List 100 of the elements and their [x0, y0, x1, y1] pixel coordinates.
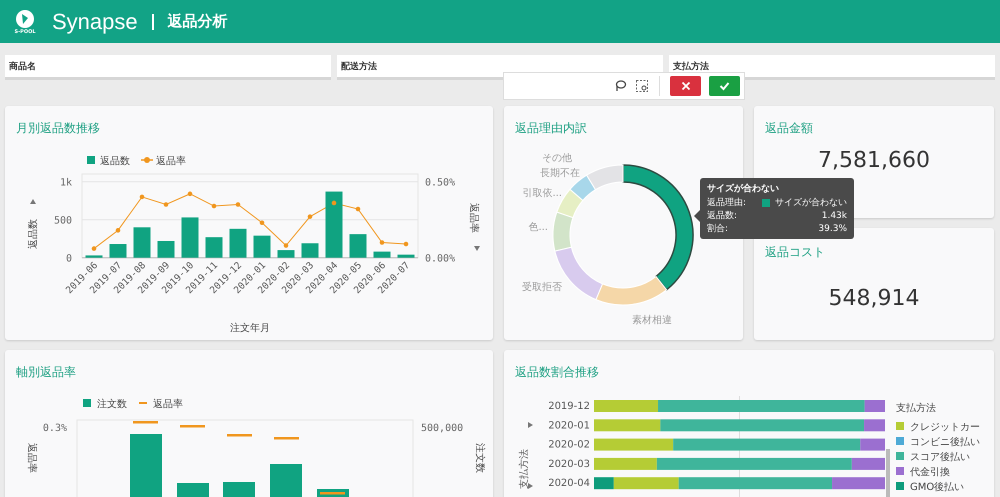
- bar-segment[interactable]: [594, 419, 660, 432]
- tooltip-key: 返品数:: [707, 210, 738, 222]
- kpi-value: 7,581,660: [818, 148, 930, 173]
- category-label: 2020-04: [548, 478, 590, 490]
- bar[interactable]: [86, 255, 102, 258]
- category-label: 2020-01: [548, 420, 590, 432]
- legend-label[interactable]: 代金引換: [910, 467, 950, 478]
- caret-icon[interactable]: [528, 483, 533, 489]
- tooltip-value: 1.43k: [822, 210, 847, 222]
- bar-segment[interactable]: [656, 458, 852, 470]
- bar-segment[interactable]: [594, 477, 614, 490]
- page-title: 返品分析: [168, 12, 228, 31]
- category-label: 2020-02: [548, 440, 590, 451]
- legend-label[interactable]: スコア後払い: [910, 452, 970, 463]
- bar[interactable]: [326, 192, 342, 258]
- donut-slice[interactable]: [622, 164, 694, 291]
- line-point[interactable]: [236, 202, 240, 207]
- line-point[interactable]: [332, 200, 336, 206]
- tooltip-key: 割合:: [707, 223, 728, 235]
- legend-label[interactable]: コンビニ後払い: [910, 437, 980, 448]
- line-point[interactable]: [308, 214, 312, 219]
- bar[interactable]: [158, 240, 174, 258]
- bar[interactable]: [206, 237, 222, 258]
- bar[interactable]: [350, 234, 366, 258]
- y-tick-label: 500: [54, 216, 72, 227]
- slice-label: 長期不在: [540, 168, 580, 179]
- bar-segment[interactable]: [678, 477, 832, 490]
- axis-title: 注文年月: [230, 323, 270, 334]
- legend-label[interactable]: GMO後払い: [910, 482, 964, 493]
- bar-segment[interactable]: [864, 419, 885, 432]
- bar[interactable]: [302, 243, 318, 258]
- line-point[interactable]: [284, 243, 288, 248]
- axis-title: 返品率: [468, 203, 479, 233]
- legend-label: 注文数: [97, 399, 127, 410]
- line-point[interactable]: [92, 246, 96, 251]
- line-point[interactable]: [404, 242, 408, 246]
- bar-segment[interactable]: [832, 477, 885, 490]
- close-icon: [680, 81, 690, 91]
- bar-segment[interactable]: [614, 477, 679, 490]
- bar-segment[interactable]: [594, 438, 674, 451]
- filter-field[interactable]: 支払方法: [669, 55, 995, 80]
- axis-title: 注文数: [474, 443, 485, 473]
- slice-label: 色...: [528, 222, 548, 233]
- line-point[interactable]: [380, 240, 384, 245]
- card-title: 返品コスト: [765, 244, 825, 261]
- line-point[interactable]: [260, 220, 264, 226]
- bar[interactable]: [254, 236, 270, 258]
- tooltip-value: サイズが合わない: [775, 197, 847, 209]
- axis-title: 返品数: [28, 219, 39, 249]
- app-name: Synapse: [52, 8, 138, 34]
- lasso-icon[interactable]: [613, 79, 627, 93]
- bar-segment[interactable]: [660, 419, 864, 432]
- legend-label[interactable]: クレジットカー: [910, 422, 980, 433]
- rate-marker[interactable]: [133, 421, 158, 424]
- rate-marker[interactable]: [274, 437, 299, 440]
- rate-marker[interactable]: [227, 434, 252, 436]
- caret-icon[interactable]: [474, 246, 480, 251]
- card-title: 返品理由内訳: [515, 120, 587, 137]
- legend-label: 返品率: [153, 399, 183, 410]
- bar[interactable]: [134, 227, 150, 258]
- card-title: 返品金額: [765, 120, 813, 137]
- legend-label: 返品率: [156, 156, 186, 167]
- rate-marker[interactable]: [180, 425, 205, 428]
- filter-field[interactable]: 商品名: [5, 55, 331, 80]
- line-point[interactable]: [212, 204, 216, 208]
- slice-label: 受取拒否: [522, 282, 562, 293]
- rate-marker[interactable]: [320, 492, 345, 494]
- tooltip-key: 返品理由:: [707, 197, 746, 209]
- line-point[interactable]: [116, 228, 120, 233]
- caret-icon[interactable]: [528, 422, 533, 428]
- bar[interactable]: [182, 217, 198, 258]
- check-icon: [719, 81, 730, 91]
- line-point[interactable]: [140, 194, 144, 200]
- bar-segment[interactable]: [852, 458, 885, 470]
- bar-segment[interactable]: [860, 438, 885, 451]
- kpi-value: 548,914: [828, 286, 920, 311]
- slice-label: 素材相違: [632, 315, 672, 326]
- rect-select-icon[interactable]: [635, 79, 649, 93]
- bar-segment[interactable]: [864, 400, 885, 412]
- bar[interactable]: [278, 250, 294, 258]
- cancel-button[interactable]: [670, 76, 701, 96]
- bar[interactable]: [110, 244, 126, 258]
- bar[interactable]: [398, 254, 414, 258]
- line-point[interactable]: [188, 192, 192, 196]
- scrollbar[interactable]: [886, 449, 890, 497]
- logo-icon: [15, 8, 35, 28]
- bar-segment[interactable]: [594, 458, 657, 470]
- y-tick-label: 0.3%: [42, 423, 67, 434]
- bar-segment[interactable]: [673, 438, 860, 451]
- y-tick-label: 0.00%: [425, 254, 456, 265]
- bar[interactable]: [374, 252, 390, 258]
- legend-label: 返品数: [100, 156, 130, 167]
- bar[interactable]: [230, 228, 246, 258]
- line-point[interactable]: [356, 206, 360, 212]
- line-point[interactable]: [164, 202, 168, 207]
- confirm-button[interactable]: [709, 76, 740, 96]
- category-label: 2020-03: [548, 458, 590, 470]
- slice-label: その他: [542, 153, 572, 164]
- tooltip-title: サイズが合わない: [707, 183, 780, 195]
- caret-icon[interactable]: [30, 199, 36, 204]
